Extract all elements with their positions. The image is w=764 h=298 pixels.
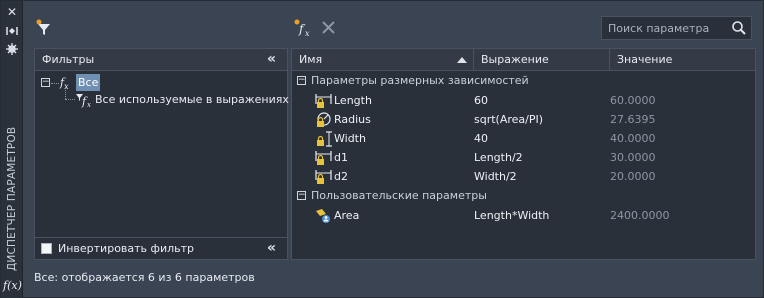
search-icon[interactable] bbox=[731, 20, 747, 36]
linear-constraint-lock-icon bbox=[314, 149, 334, 167]
search-input[interactable] bbox=[602, 17, 726, 39]
collapse-filters-icon[interactable]: « bbox=[267, 52, 281, 66]
parameter-name: Width bbox=[334, 132, 366, 145]
table-row[interactable]: d1 Length/2 30.0000 bbox=[292, 148, 755, 167]
table-row[interactable]: Radius sqrt(Area/PI) 27.6395 bbox=[292, 110, 755, 129]
filters-panel: Фильтры « − fx Все fx Все используемые в… bbox=[34, 48, 289, 260]
parameter-name: d1 bbox=[334, 151, 348, 164]
parameter-expression[interactable]: sqrt(Area/PI) bbox=[474, 110, 543, 129]
palette-title: ДИСПЕТЧЕР ПАРАМЕТРОВ bbox=[6, 126, 18, 271]
parameters-manager-window: ✕ ДИСПЕТЧЕР ПАРАМЕТРОВ f(x) fx Фильтр bbox=[0, 0, 764, 298]
table-row[interactable]: Width 40 40.0000 bbox=[292, 129, 755, 148]
table-row[interactable]: d2 Width/2 20.0000 bbox=[292, 167, 755, 186]
parameter-value: 27.6395 bbox=[610, 113, 656, 126]
new-user-parameter-icon[interactable]: fx bbox=[293, 18, 313, 38]
group-dimensional-constraints[interactable]: − Параметры размерных зависимостей bbox=[292, 72, 755, 90]
user-parameter-icon bbox=[314, 207, 334, 225]
parameter-expression[interactable]: 40 bbox=[474, 129, 488, 148]
parameter-expression[interactable]: Length/2 bbox=[474, 148, 523, 167]
filter-fx-icon: fx bbox=[75, 91, 93, 109]
column-header-name[interactable]: Имя bbox=[292, 49, 474, 71]
collapse-group-icon[interactable]: − bbox=[297, 191, 306, 200]
collapse-filters-footer-icon[interactable]: « bbox=[267, 241, 281, 255]
properties-icon[interactable] bbox=[4, 42, 20, 56]
parameter-value: 20.0000 bbox=[610, 170, 656, 183]
status-bar-text: Все: отображается 6 из 6 параметров bbox=[34, 271, 255, 284]
sort-ascending-icon bbox=[457, 57, 467, 63]
group-user-parameters[interactable]: − Пользовательские параметры bbox=[292, 187, 755, 205]
svg-text:x: x bbox=[87, 101, 91, 108]
fx-icon: f(x) bbox=[3, 279, 22, 292]
new-filter-icon[interactable] bbox=[35, 18, 55, 38]
filters-header: Фильтры « bbox=[35, 49, 287, 71]
column-header-expression[interactable]: Выражение bbox=[474, 49, 610, 71]
search-box[interactable] bbox=[601, 16, 752, 40]
pin-icon[interactable] bbox=[4, 24, 20, 38]
parameter-expression[interactable]: Width/2 bbox=[474, 167, 517, 186]
collapse-node-icon[interactable]: − bbox=[41, 78, 50, 87]
parameter-name: Length bbox=[334, 94, 372, 107]
delete-parameter-icon[interactable] bbox=[319, 18, 339, 38]
table-row[interactable]: Area Length*Width 2400.0000 bbox=[292, 206, 755, 225]
parameter-name: Area bbox=[334, 209, 360, 222]
parameter-name: d2 bbox=[334, 170, 348, 183]
linear-constraint-lock-icon bbox=[314, 92, 334, 110]
parameters-grid: Имя Выражение Значение − Параметры разме… bbox=[291, 48, 756, 260]
parameter-value: 60.0000 bbox=[610, 94, 656, 107]
filter-label: Все bbox=[76, 74, 101, 91]
invert-filter-label[interactable]: Инвертировать фильтр bbox=[58, 242, 194, 255]
parameter-value: 2400.0000 bbox=[610, 209, 670, 222]
invert-filter-checkbox[interactable] bbox=[41, 243, 52, 254]
grid-header: Имя Выражение Значение bbox=[292, 49, 755, 71]
parameter-value: 40.0000 bbox=[610, 132, 656, 145]
parameter-value: 30.0000 bbox=[610, 151, 656, 164]
parameter-name: Radius bbox=[334, 113, 371, 126]
group-label: Пользовательские параметры bbox=[311, 189, 487, 202]
parameter-expression[interactable]: Length*Width bbox=[474, 206, 549, 225]
close-icon[interactable]: ✕ bbox=[4, 5, 20, 19]
column-header-value[interactable]: Значение bbox=[610, 49, 757, 71]
palette-title-strip: ✕ ДИСПЕТЧЕР ПАРАМЕТРОВ f(x) bbox=[1, 1, 23, 298]
filters-title: Фильтры bbox=[42, 53, 95, 66]
vertical-constraint-lock-icon bbox=[314, 130, 334, 148]
table-row[interactable]: Length 60 60.0000 bbox=[292, 91, 755, 110]
toolbar: fx bbox=[23, 1, 764, 45]
parameter-expression[interactable]: 60 bbox=[474, 91, 488, 110]
collapse-group-icon[interactable]: − bbox=[297, 76, 306, 85]
group-label: Параметры размерных зависимостей bbox=[311, 74, 529, 87]
svg-text:x: x bbox=[305, 29, 310, 38]
radial-constraint-lock-icon bbox=[314, 111, 334, 129]
filter-label: Все используемые в выражениях bbox=[95, 93, 289, 106]
filter-tree: − fx Все fx Все используемые в выражения… bbox=[35, 71, 289, 236]
invert-filter-row: Инвертировать фильтр « bbox=[35, 237, 287, 259]
linear-constraint-lock-icon bbox=[314, 168, 334, 186]
